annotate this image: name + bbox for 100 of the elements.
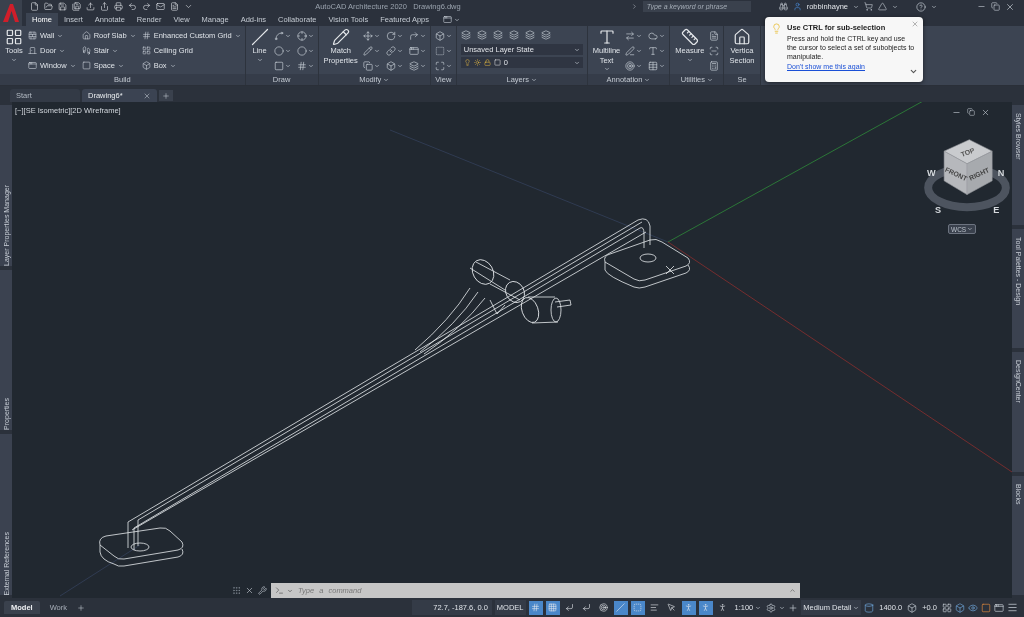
application-button[interactable] (0, 0, 22, 26)
caret-icon[interactable] (636, 32, 643, 39)
open-folder-icon[interactable] (44, 2, 53, 11)
customize-icon[interactable] (184, 2, 193, 11)
caret-icon[interactable] (892, 3, 898, 10)
status-toggle[interactable] (630, 600, 645, 615)
new-tab-button[interactable] (159, 90, 173, 101)
elevation-icon[interactable] (864, 602, 875, 613)
caret-icon[interactable] (531, 76, 538, 83)
upload-icon[interactable] (86, 2, 95, 11)
mail-icon[interactable] (156, 2, 165, 11)
table-icon[interactable] (648, 60, 659, 71)
save-icon[interactable] (58, 2, 67, 11)
caret-icon[interactable] (117, 62, 124, 69)
cube-icon[interactable] (434, 30, 445, 41)
layers-icon[interactable] (408, 60, 419, 71)
caret-icon[interactable] (307, 62, 314, 69)
caret-icon[interactable] (445, 32, 452, 39)
caret-icon[interactable] (284, 62, 291, 69)
plus-icon[interactable] (788, 602, 799, 613)
caret-icon[interactable] (967, 226, 973, 232)
cube-icon[interactable] (385, 60, 396, 71)
caret-icon[interactable] (373, 47, 380, 54)
status-toggle[interactable] (681, 600, 696, 615)
caret-icon[interactable] (419, 32, 426, 39)
help-icon[interactable] (916, 1, 926, 12)
caret-icon[interactable] (284, 47, 291, 54)
caret-icon[interactable] (112, 47, 119, 54)
wrench-icon[interactable] (258, 586, 267, 595)
print-icon[interactable] (114, 2, 123, 11)
chain-icon[interactable] (385, 45, 396, 56)
status-toggle[interactable] (545, 600, 560, 615)
close-tab-icon[interactable] (143, 91, 151, 100)
status-toggle[interactable] (528, 600, 543, 615)
caret-icon[interactable] (307, 32, 314, 39)
caret-icon[interactable] (396, 47, 403, 54)
hatch-icon[interactable] (296, 60, 307, 71)
caret-icon[interactable] (57, 32, 64, 39)
caret-icon[interactable] (603, 66, 610, 73)
calculator-icon[interactable] (709, 60, 720, 71)
gear-icon[interactable] (766, 602, 777, 613)
caret-icon[interactable] (636, 47, 643, 54)
caret-icon[interactable] (706, 76, 713, 83)
undo-icon[interactable] (128, 2, 137, 11)
restore-icon[interactable] (967, 108, 975, 116)
layers-icon[interactable] (460, 30, 471, 40)
close-icon[interactable] (1005, 1, 1015, 12)
share-icon[interactable] (100, 2, 109, 11)
caret-icon[interactable] (853, 604, 860, 611)
copy-icon[interactable] (362, 60, 373, 71)
caret-icon[interactable] (419, 62, 426, 69)
move-icon[interactable] (362, 30, 373, 41)
caret-icon[interactable] (686, 56, 693, 63)
user-icon[interactable] (792, 2, 802, 11)
caret-icon[interactable] (454, 16, 460, 23)
expand-icon[interactable] (630, 3, 638, 10)
document-icon[interactable] (170, 2, 179, 11)
caret-icon[interactable] (659, 32, 666, 39)
caret-icon[interactable] (659, 47, 666, 54)
rectangle-icon[interactable] (273, 60, 284, 71)
new-file-icon[interactable] (30, 2, 39, 11)
ellipse-icon[interactable] (296, 45, 307, 56)
status-toggle[interactable] (698, 600, 713, 615)
status-toggle[interactable] (596, 600, 611, 615)
expand-icon[interactable] (909, 67, 918, 76)
window-icon[interactable] (408, 45, 419, 56)
caret-icon[interactable] (129, 32, 136, 39)
clean-screen-icon[interactable] (994, 602, 1004, 613)
caret-icon[interactable] (445, 62, 452, 69)
caret-icon[interactable] (59, 47, 66, 54)
menu-icon[interactable] (1007, 602, 1018, 613)
caret-icon[interactable] (396, 32, 403, 39)
add-layout-icon[interactable] (77, 603, 86, 612)
caret-icon[interactable] (234, 32, 241, 39)
revision-cloud-icon[interactable] (648, 30, 659, 41)
caret-icon[interactable] (853, 3, 859, 10)
dimension-icon[interactable] (625, 30, 636, 41)
point-icon[interactable] (296, 30, 307, 41)
caret-icon[interactable] (931, 3, 937, 10)
caret-icon[interactable] (445, 47, 452, 54)
caret-icon[interactable] (11, 56, 17, 63)
caret-icon[interactable] (419, 47, 426, 54)
binoculars-icon[interactable] (778, 2, 788, 11)
history-icon[interactable] (789, 587, 796, 594)
cart-icon[interactable] (864, 2, 873, 11)
caret-icon[interactable] (169, 62, 176, 69)
caret-icon[interactable] (373, 32, 380, 39)
caret-icon[interactable] (779, 604, 786, 611)
grip-icon[interactable] (232, 586, 241, 595)
triangle-icon[interactable] (878, 2, 887, 11)
caret-icon[interactable] (69, 62, 76, 69)
layout-icon[interactable] (942, 602, 952, 613)
redo-icon[interactable] (142, 2, 151, 11)
circle-icon[interactable] (273, 45, 284, 56)
caret-icon[interactable] (307, 47, 314, 54)
text-icon[interactable] (648, 45, 659, 56)
rotate-icon[interactable] (385, 30, 396, 41)
caret-icon[interactable] (755, 604, 762, 611)
restore-icon[interactable] (991, 2, 1000, 11)
caret-icon[interactable] (256, 56, 263, 63)
